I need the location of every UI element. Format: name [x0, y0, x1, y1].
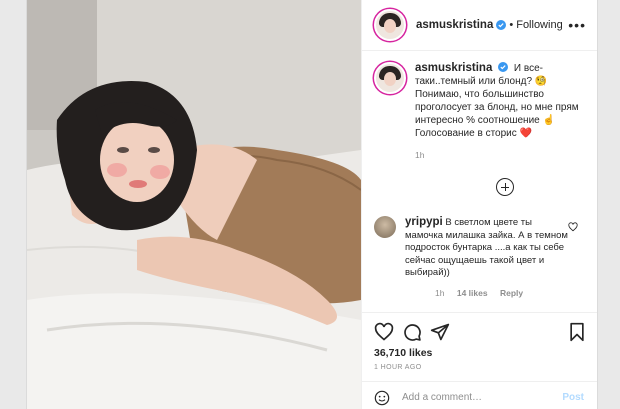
small-heart-icon[interactable] [568, 222, 578, 232]
commenter-username[interactable]: yripypi [405, 216, 443, 228]
comment-meta: 1h 14 likes Reply [435, 288, 533, 298]
post-header: asmuskristina • Following ••• [362, 0, 597, 51]
load-more-comments-icon[interactable] [496, 178, 514, 196]
caption-body: asmuskristina И все-таки..темный или бло… [415, 62, 584, 162]
comment: yripypi В светлом цвете ты мамочка милаш… [374, 216, 588, 280]
add-comment-bar: Add a comment… Post [362, 381, 597, 409]
comment-likes[interactable]: 14 likes [457, 288, 488, 298]
caption-time[interactable]: 1h [415, 149, 584, 162]
author-avatar[interactable] [374, 9, 406, 41]
caption-username[interactable]: asmuskristina [415, 62, 492, 74]
caption: asmuskristina И все-таки..темный или бло… [374, 62, 584, 162]
author-username[interactable]: asmuskristina [416, 19, 493, 31]
post-panel: asmuskristina • Following ••• asmuskrist… [361, 0, 597, 409]
post-photo-illustration [27, 0, 361, 409]
verified-badge-icon [498, 62, 509, 72]
comment-body: yripypi В светлом цвете ты мамочка милаш… [405, 216, 570, 280]
post-photo[interactable] [27, 0, 361, 409]
comment-time: 1h [435, 288, 445, 298]
more-options-icon[interactable]: ••• [568, 17, 586, 33]
following-button[interactable]: Following [516, 19, 562, 31]
post-comment-button[interactable]: Post [562, 392, 584, 403]
share-icon[interactable] [430, 322, 450, 342]
caption-avatar[interactable] [374, 62, 406, 94]
add-comment-input[interactable]: Add a comment… [402, 392, 482, 403]
post-card: asmuskristina • Following ••• asmuskrist… [26, 0, 598, 409]
verified-badge-icon [496, 20, 507, 30]
commenter-avatar[interactable] [374, 216, 396, 238]
comment-icon[interactable] [402, 322, 422, 342]
post-time[interactable]: 1 HOUR AGO [374, 364, 422, 371]
heart-icon[interactable] [374, 322, 394, 342]
emoji-icon[interactable] [374, 390, 390, 406]
likes-count[interactable]: 36,710 likes [374, 347, 432, 359]
caption-text: И все-таки..темный или блонд? 🧐 Понимаю,… [415, 63, 579, 139]
bookmark-icon[interactable] [567, 322, 587, 342]
separator-dot: • [509, 19, 514, 31]
reply-button[interactable]: Reply [500, 288, 523, 298]
